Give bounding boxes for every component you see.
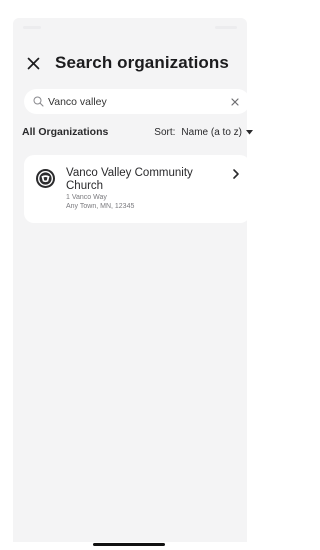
organization-name: Vanco Valley Community Church (66, 167, 193, 192)
app-screen: Search organizations All Organizations S… (0, 0, 260, 550)
status-time-icon (23, 26, 41, 29)
organization-details: Vanco Valley Community Church 1 Vanco Wa… (66, 167, 226, 211)
organization-address-line-2: Any Town, MN, 12345 (66, 202, 135, 210)
organization-address-line-1: 1 Vanco Way (66, 194, 107, 201)
sort-label: Sort: (154, 126, 176, 138)
filter-bar: All Organizations Sort: Name (a to z) (22, 124, 254, 140)
chevron-right-icon (232, 167, 240, 179)
close-icon (231, 97, 239, 106)
caret-down-icon (246, 128, 254, 136)
organization-logo-icon (35, 168, 56, 189)
status-battery-icon (215, 26, 237, 29)
organization-result-card[interactable]: Vanco Valley Community Church 1 Vanco Wa… (24, 155, 250, 223)
close-button[interactable] (27, 51, 47, 75)
search-input[interactable] (48, 91, 229, 112)
search-field[interactable] (24, 89, 250, 114)
page-title: Search organizations (55, 53, 229, 72)
sort-dropdown[interactable]: Sort: Name (a to z) (154, 127, 254, 138)
clear-search-button[interactable] (229, 96, 241, 108)
filter-label: All Organizations (22, 126, 109, 138)
sort-value: Name (a to z) (181, 126, 242, 138)
header: Search organizations (27, 49, 237, 77)
close-icon (27, 57, 40, 69)
search-icon (33, 96, 45, 108)
status-bar (13, 18, 247, 36)
home-indicator (93, 543, 165, 546)
